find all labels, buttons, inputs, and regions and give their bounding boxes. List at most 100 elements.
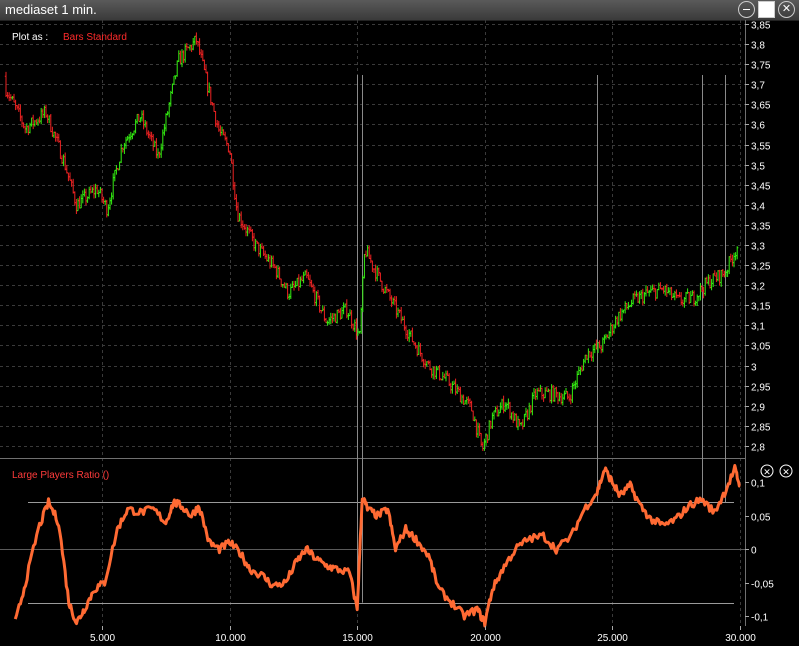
indicator-tick-label: -0,05 (751, 580, 774, 591)
price-bar (632, 293, 635, 305)
price-bar (654, 288, 657, 301)
indicator-tick-label: 0,1 (751, 479, 765, 490)
price-bar (568, 393, 571, 402)
price-bar (377, 267, 380, 276)
price-bar (152, 134, 155, 151)
price-bar (326, 320, 329, 326)
price-axis-ticks: 3,85 3,8 3,75 3,7 3,65 3,6 3,55 3,5 3,45 3,4 3,35 3… (745, 21, 771, 454)
price-bar (513, 412, 516, 421)
price-tick-label: 3,55 (751, 142, 771, 153)
price-bar (720, 269, 723, 287)
price-bar (638, 291, 641, 304)
price-bar (171, 83, 174, 94)
price-bar (625, 302, 628, 310)
indicator-title: Large Players Ratio () (12, 470, 109, 481)
price-bar (470, 400, 473, 412)
indicator-tick-label: -0,1 (751, 613, 769, 624)
price-bar (142, 110, 145, 130)
price-bar (177, 50, 180, 63)
indicator-tick-label: 0,05 (751, 513, 771, 524)
close-button[interactable]: ✕ (778, 1, 795, 18)
price-bar (272, 255, 275, 269)
price-bar (315, 291, 318, 307)
price-bar (379, 272, 382, 282)
price-bar (532, 388, 536, 400)
price-bar (588, 351, 592, 358)
price-bar (478, 423, 481, 437)
price-tick-label: 3,25 (751, 262, 771, 273)
price-bar (534, 388, 537, 401)
price-bar (563, 390, 566, 400)
price-bar (488, 420, 491, 441)
price-bar (456, 384, 459, 395)
price-bar (220, 126, 224, 136)
price-bar (363, 254, 366, 279)
price-bar (332, 312, 336, 322)
price-bar (635, 290, 638, 297)
price-bar (30, 117, 33, 127)
price-bar (368, 245, 371, 259)
price-bar (574, 380, 577, 390)
price-bar (120, 143, 123, 164)
price-bar (736, 246, 739, 260)
price-bar (680, 292, 683, 306)
price-bar (172, 75, 176, 85)
price-bar (603, 334, 606, 344)
price-bar (566, 391, 569, 400)
price-bar (553, 387, 556, 402)
price-bar (544, 387, 547, 399)
price-tick-label: 3,85 (751, 21, 771, 32)
large-players-ratio-line (13, 464, 741, 628)
price-bar (251, 229, 254, 242)
price-bar (107, 204, 110, 217)
price-tick-label: 3,15 (751, 302, 771, 313)
price-tick-label: 3,45 (751, 182, 771, 193)
price-bar (140, 110, 144, 122)
price-bar (222, 129, 225, 136)
price-bar (664, 285, 667, 296)
price-bar (268, 254, 272, 269)
plot-as-value[interactable]: Bars Standard (63, 32, 127, 43)
price-bar (321, 305, 324, 312)
price-bar (662, 285, 665, 294)
price-bar (76, 198, 80, 212)
price-bar (329, 312, 332, 325)
price-bar (225, 136, 228, 146)
price-bar (476, 422, 480, 438)
price-bar (17, 103, 20, 112)
price-bar (486, 434, 489, 444)
price-bar (257, 242, 260, 257)
price-tick-label: 2,85 (751, 423, 771, 434)
price-bar (620, 308, 624, 322)
price-tick-label: 3,05 (751, 342, 771, 353)
price-bar (62, 154, 65, 167)
maximize-button[interactable] (758, 1, 775, 18)
price-bar (20, 115, 24, 128)
price-bars (4, 32, 739, 451)
price-bar (536, 388, 539, 400)
price-bar (430, 368, 433, 378)
price-bar (648, 289, 651, 297)
price-bar (68, 172, 72, 181)
price-bar (656, 289, 659, 299)
price-bar (540, 387, 544, 400)
price-bar (328, 317, 331, 325)
price-bar (576, 370, 579, 388)
price-tick-label: 3,2 (751, 282, 765, 293)
price-bar (123, 142, 126, 154)
price-bar (91, 187, 94, 193)
price-bar (11, 96, 14, 100)
minimize-button[interactable] (738, 1, 755, 18)
price-bar (182, 50, 185, 64)
price-bar (275, 265, 278, 280)
price-bar (224, 131, 227, 141)
price-bar (572, 381, 576, 390)
price-tick-label: 3,3 (751, 242, 765, 253)
price-bar (27, 125, 30, 136)
price-bar (200, 49, 203, 58)
indicator-close-icon[interactable]: ✕ (760, 464, 774, 478)
price-tick-label: 3,8 (751, 41, 765, 52)
pane-close-icon[interactable]: ✕ (779, 464, 793, 478)
price-bar (78, 196, 81, 209)
price-bar (296, 277, 299, 287)
